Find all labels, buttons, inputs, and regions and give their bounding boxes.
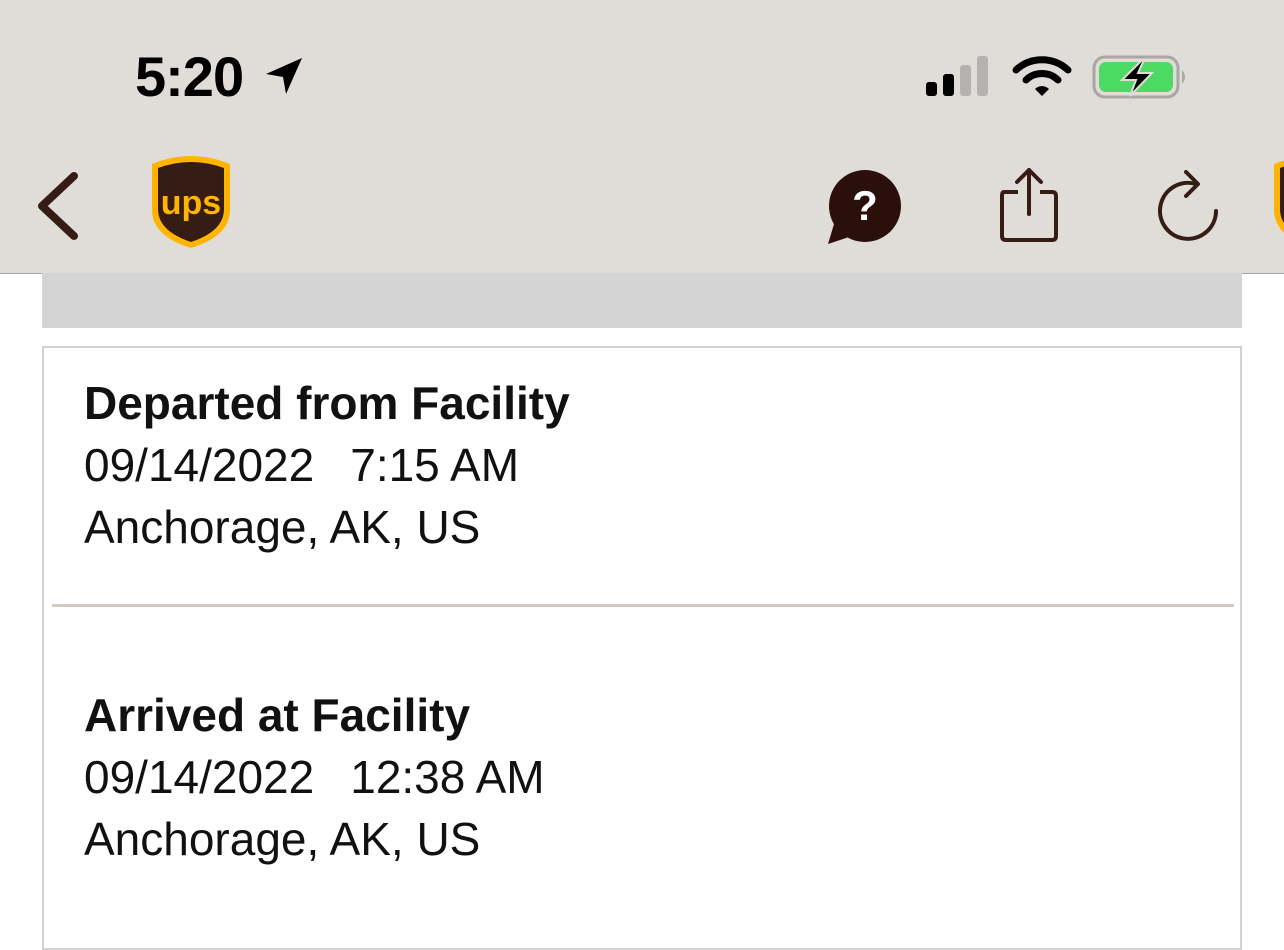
tracking-events-list: Departed from Facility 09/14/2022 7:15 AM…	[42, 346, 1242, 950]
gray-banner	[42, 273, 1242, 328]
help-chat-button[interactable]: ?	[824, 168, 904, 246]
event-date: 09/14/2022	[84, 439, 315, 491]
event-time: 12:38 AM	[350, 751, 545, 803]
event-datetime: 09/14/2022 12:38 AM	[84, 746, 545, 808]
tracking-event: Departed from Facility 09/14/2022 7:15 AM…	[84, 372, 570, 558]
refresh-button[interactable]	[1156, 168, 1222, 242]
event-time: 7:15 AM	[350, 439, 520, 491]
event-status: Departed from Facility	[84, 377, 570, 429]
svg-text:ups: ups	[161, 184, 221, 222]
cellular-signal-icon	[926, 56, 988, 96]
event-date: 09/14/2022	[84, 751, 315, 803]
share-button[interactable]	[998, 166, 1060, 244]
wifi-icon	[1012, 56, 1072, 96]
ups-logo: ups	[152, 156, 230, 248]
status-bar-time: 5:20	[135, 45, 244, 108]
back-button[interactable]	[34, 172, 82, 240]
ups-shield-icon[interactable]	[1270, 152, 1284, 250]
event-location: Anchorage, AK, US	[84, 813, 481, 865]
event-divider	[52, 604, 1234, 607]
app-header: 5:20 ups ?	[0, 0, 1284, 274]
battery-charging-icon	[1092, 55, 1185, 99]
tracking-event: Arrived at Facility 09/14/2022 12:38 AM A…	[84, 684, 545, 870]
event-datetime: 09/14/2022 7:15 AM	[84, 434, 570, 496]
event-status: Arrived at Facility	[84, 689, 471, 741]
location-arrow-icon	[266, 58, 302, 94]
svg-text:?: ?	[852, 182, 878, 229]
event-location: Anchorage, AK, US	[84, 501, 481, 553]
